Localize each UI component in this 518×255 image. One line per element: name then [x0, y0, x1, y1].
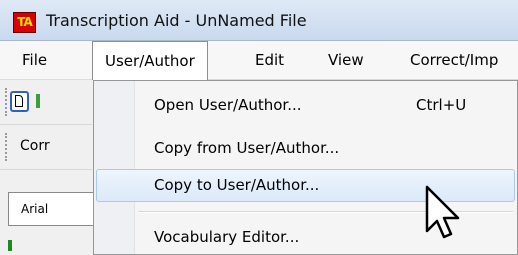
- app-logo-icon: TA: [13, 12, 36, 33]
- menu-item-copy-from-user-author[interactable]: Copy from User/Author...: [94, 132, 517, 165]
- standard-toolbar: [0, 80, 92, 125]
- correction-toolbar: Corr: [0, 125, 92, 170]
- menu-item-label: Vocabulary Editor...: [154, 228, 300, 246]
- menu-item-label: Open User/Author...: [154, 96, 302, 114]
- menu-item-open-user-author[interactable]: Open User/Author... Ctrl+U: [94, 89, 517, 122]
- toolbar-grip[interactable]: [5, 133, 10, 161]
- format-toolbar: Arial: [0, 170, 94, 251]
- font-name-combo[interactable]: Arial: [8, 192, 94, 226]
- window-title: Transcription Aid - UnNamed File: [46, 11, 307, 30]
- menu-item-label: Copy from User/Author...: [154, 139, 340, 157]
- mouse-pointer-icon: [425, 185, 460, 239]
- ruler-marker: [8, 240, 12, 251]
- menu-item-shortcut: Ctrl+U: [416, 96, 467, 114]
- menu-file[interactable]: File: [22, 51, 47, 69]
- menu-item-label: Copy to User/Author...: [154, 176, 320, 194]
- menu-bar: File User/Author Edit View Correct/Imp: [0, 41, 518, 80]
- correction-label: Corr: [20, 138, 50, 154]
- menu-correct-imp[interactable]: Correct/Imp: [410, 51, 498, 69]
- menu-edit[interactable]: Edit: [255, 51, 284, 69]
- menu-user-author[interactable]: User/Author: [92, 41, 208, 80]
- title-bar: TA Transcription Aid - UnNamed File: [0, 0, 518, 41]
- open-file-icon[interactable]: [36, 94, 40, 108]
- menu-view[interactable]: View: [328, 51, 364, 69]
- new-document-icon[interactable]: [10, 91, 29, 112]
